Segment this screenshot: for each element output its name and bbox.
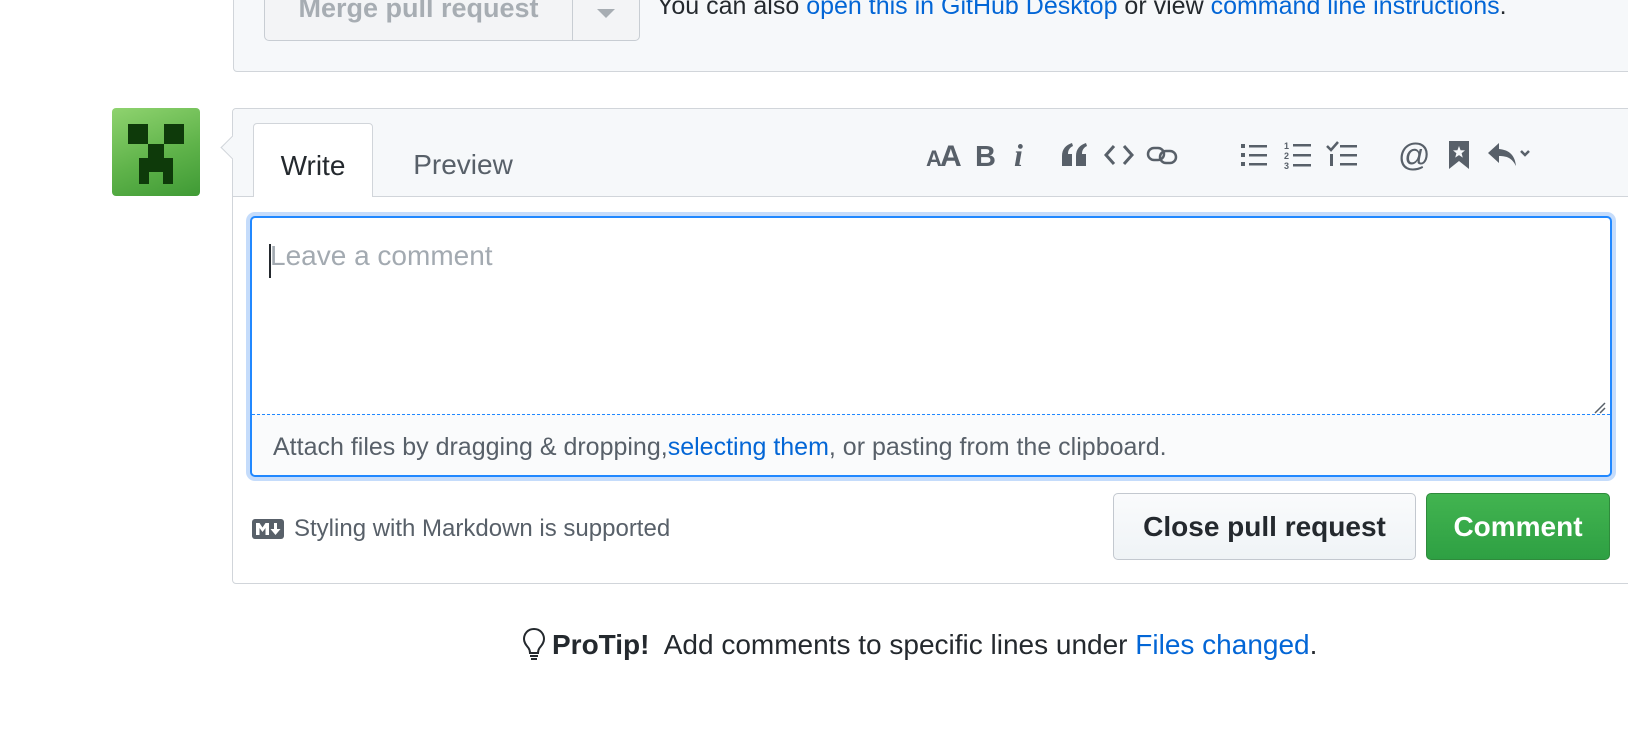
mention-icon[interactable]: @ (1397, 135, 1431, 175)
protip-label: ProTip! (552, 629, 650, 660)
caret-down-icon (597, 9, 615, 18)
numbered-list-icon[interactable]: 123 (1283, 135, 1313, 175)
open-in-desktop-link[interactable]: open this in GitHub Desktop (806, 0, 1117, 20)
task-list-icon[interactable] (1325, 135, 1359, 175)
svg-text:i: i (1014, 139, 1023, 171)
attach-suffix: , or pasting from the clipboard. (828, 432, 1167, 461)
svg-text:2: 2 (1284, 151, 1289, 161)
code-icon[interactable] (1103, 135, 1135, 175)
protip-text: Add comments to specific lines under (657, 629, 1136, 660)
close-pull-request-button[interactable]: Close pull request (1113, 493, 1416, 560)
link-icon[interactable] (1145, 135, 1179, 175)
reply-icon[interactable] (1487, 135, 1533, 175)
markdown-note-text: Styling with Markdown is supported (294, 515, 671, 542)
svg-text:3: 3 (1284, 161, 1289, 170)
light-bulb-icon (522, 627, 546, 660)
svg-text:A: A (940, 140, 962, 170)
text-size-icon[interactable]: AA (925, 135, 963, 175)
reference-icon[interactable] (1445, 135, 1473, 175)
svg-text:B: B (975, 141, 996, 170)
text-cursor (269, 244, 271, 278)
period: . (1499, 0, 1507, 20)
markdown-icon[interactable] (252, 519, 284, 539)
svg-text:@: @ (1398, 139, 1430, 171)
files-changed-link[interactable]: Files changed (1135, 629, 1309, 661)
attach-prefix: Attach files by dragging & dropping, (273, 432, 668, 461)
markdown-note: Styling with Markdown is supported (252, 515, 670, 543)
merge-pull-request-button[interactable]: Merge pull request (265, 0, 573, 40)
svg-text:1: 1 (1284, 141, 1289, 151)
quote-icon[interactable] (1059, 135, 1089, 175)
bulleted-list-icon[interactable] (1239, 135, 1269, 175)
merge-options-dropdown[interactable] (573, 0, 639, 40)
protip: ProTip! Add comments to specific lines u… (522, 627, 1317, 663)
command-line-instructions-link[interactable]: command line instructions (1211, 0, 1500, 20)
merge-button-group: Merge pull request (264, 0, 640, 41)
resize-handle-icon[interactable] (1592, 400, 1606, 414)
file-attach-bar[interactable]: Attach files by dragging & dropping, sel… (252, 414, 1610, 475)
comment-tab-header: Write Preview AA B i 123 @ (233, 109, 1628, 197)
bold-icon[interactable]: B (973, 135, 999, 175)
comment-write-area: Attach files by dragging & dropping, sel… (250, 216, 1612, 477)
merge-alternatives-text: You can also open this in GitHub Desktop… (657, 0, 1507, 21)
comment-button[interactable]: Comment (1426, 493, 1610, 560)
tab-preview[interactable]: Preview (383, 123, 543, 197)
avatar[interactable] (112, 108, 200, 196)
also-prefix: You can also (657, 0, 807, 20)
or-view-text: or view (1117, 0, 1211, 20)
period: . (1309, 629, 1318, 660)
select-files-link[interactable]: selecting them (668, 433, 829, 462)
italic-icon[interactable]: i (1010, 135, 1030, 175)
tab-write[interactable]: Write (253, 123, 373, 197)
comment-textarea[interactable] (252, 218, 1610, 414)
